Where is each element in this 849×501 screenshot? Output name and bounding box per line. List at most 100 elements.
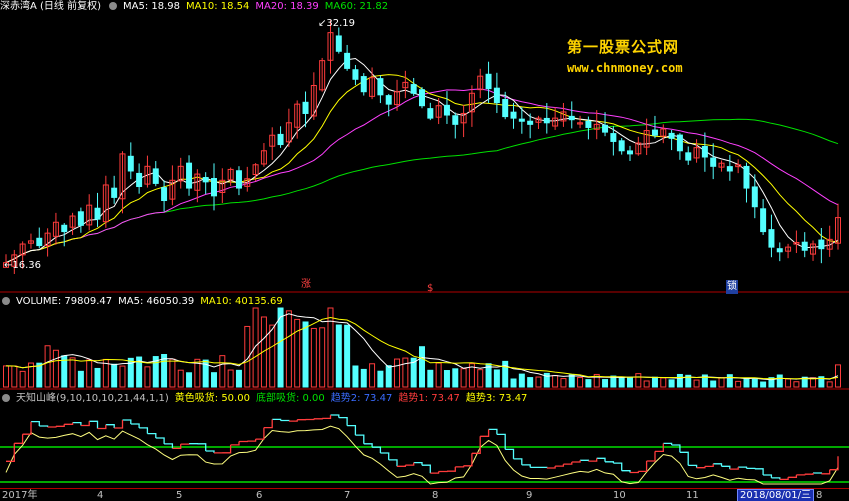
high-price-label: ↙32.19	[318, 18, 356, 29]
volume-bar	[402, 357, 409, 388]
volume-bar	[735, 380, 742, 388]
indicator-trend3-path	[5, 425, 839, 485]
volume-bar	[602, 379, 609, 388]
candle-body	[743, 165, 750, 189]
candle-body	[818, 239, 825, 250]
candle-body	[161, 187, 168, 202]
candle-body	[202, 177, 209, 183]
volume-bar	[643, 380, 650, 388]
indicator-trend3: 趋势3: 73.47	[465, 393, 528, 404]
marker-zhang[interactable]: 涨	[301, 278, 311, 292]
volume-bar	[443, 370, 450, 388]
candle-body	[676, 134, 683, 152]
volume-bar	[826, 381, 833, 388]
candle-body	[510, 111, 517, 119]
volume-bar	[751, 378, 758, 388]
x-label: 8	[816, 490, 823, 501]
candle-body	[518, 118, 525, 122]
candle-body	[186, 162, 193, 189]
candle-body	[610, 133, 617, 142]
indicator-trend2: 趋势2: 73.47	[330, 393, 393, 404]
volume-bars	[3, 307, 841, 388]
volume-bar	[169, 358, 176, 388]
stock-title: 深赤湾A (日线 前复权)	[0, 1, 102, 12]
x-label: 2017年	[2, 490, 38, 501]
x-label: 7	[344, 490, 351, 501]
volume-bar	[219, 355, 226, 388]
ma60-path	[5, 118, 839, 264]
volume-bar	[527, 377, 534, 388]
candle-body	[335, 35, 342, 52]
candle-body	[726, 166, 733, 172]
candle-body	[443, 104, 450, 116]
volume-bar	[419, 346, 425, 388]
volume-bar	[627, 377, 633, 388]
indicator-settings-gear-icon[interactable]	[2, 394, 10, 402]
volume-settings-gear-icon[interactable]	[2, 297, 10, 305]
candle-body	[776, 248, 783, 253]
candle-body	[568, 115, 575, 121]
candlestick-series	[3, 20, 841, 275]
volume-bar	[119, 365, 126, 388]
candle-body	[493, 87, 500, 104]
volume-ma5: MA5: 46050.39	[118, 296, 195, 307]
volume-bar	[186, 372, 193, 388]
candle-body	[344, 52, 351, 69]
volume-bar	[460, 368, 467, 388]
indicator-yellow: 黄色吸货: 50.00	[174, 393, 250, 404]
price-panel-header: 深赤湾A (日线 前复权) MA5: 18.98 MA10: 18.54 MA20: …	[0, 0, 394, 14]
volume-bar	[793, 381, 800, 388]
volume-bar	[676, 373, 683, 388]
volume-bar	[319, 327, 326, 388]
candle-body	[377, 78, 384, 96]
watermark: 第一股票公式网 www.chnmoney.com	[567, 36, 683, 75]
watermark-url: www.chnmoney.com	[567, 61, 683, 75]
volume-bar	[760, 381, 767, 388]
candle-body	[302, 101, 309, 114]
candle-body	[61, 224, 68, 233]
candle-body	[801, 241, 808, 251]
volume-bar	[552, 375, 559, 388]
volume-bar	[743, 377, 750, 388]
candle-body	[427, 108, 434, 119]
x-label: 4	[97, 490, 104, 501]
settings-gear-icon[interactable]	[109, 2, 118, 10]
chart-canvas	[0, 20, 849, 485]
volume-bar	[11, 365, 18, 388]
volume-bar	[52, 349, 59, 388]
ma60-line	[5, 118, 839, 264]
candle-body	[410, 84, 417, 94]
ma20-value: MA20: 18.39	[255, 1, 319, 12]
candle-body	[152, 168, 159, 184]
indicator-bottom: 底部吸货: 0.00	[255, 393, 325, 404]
marker-lock[interactable]: 锁	[726, 280, 738, 294]
candle-body	[127, 155, 134, 172]
candle-body	[602, 124, 609, 133]
volume-bar	[568, 374, 575, 388]
volume-bar	[352, 365, 359, 388]
volume-bar	[535, 376, 542, 388]
volume-bar	[785, 378, 792, 388]
indicator-lines	[0, 414, 849, 485]
volume-bar	[235, 369, 242, 388]
volume-bar	[493, 369, 500, 388]
candle-body	[211, 178, 217, 197]
volume-bar	[294, 318, 301, 388]
x-label: 9	[526, 490, 533, 501]
ma5-value: MA5: 18.98	[123, 1, 181, 12]
x-label: 6	[256, 490, 263, 501]
volume-bar	[577, 377, 584, 388]
candle-body	[385, 95, 392, 105]
volume-bar	[111, 363, 118, 388]
volume-bar	[377, 370, 384, 388]
low-price-label: ←16.36	[4, 260, 42, 271]
ma10-value: MA10: 18.54	[186, 1, 250, 12]
volume-bar	[177, 369, 184, 388]
volume-bar	[668, 379, 675, 388]
volume-bar	[335, 324, 342, 388]
volume-bar	[660, 377, 667, 388]
volume-panel-header: VOLUME: 79809.47 MA5: 46050.39 MA10: 40135…	[0, 295, 289, 309]
volume-bar	[94, 367, 101, 388]
candle-body	[94, 207, 101, 220]
marker-dollar[interactable]: $	[427, 282, 433, 296]
